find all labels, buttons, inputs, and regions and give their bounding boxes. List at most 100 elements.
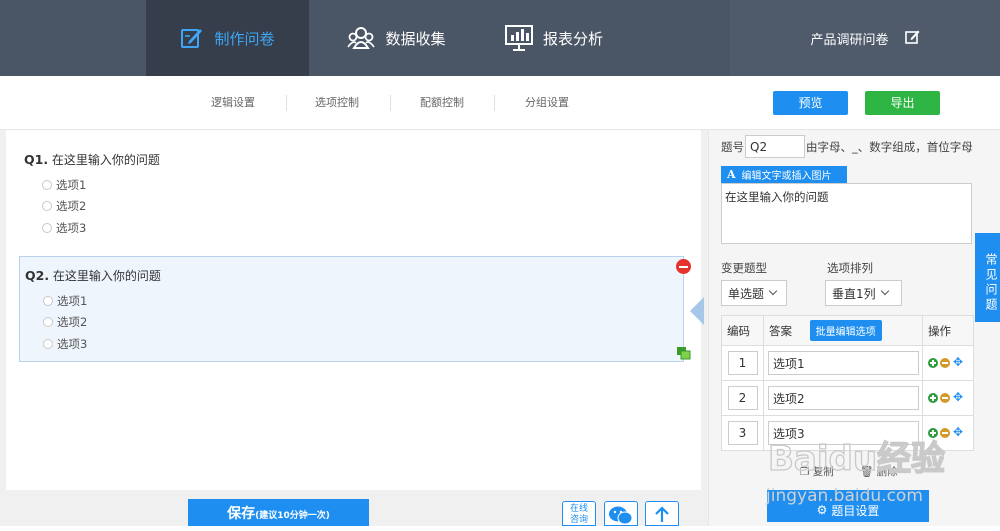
delete-question-icon[interactable] <box>676 259 691 274</box>
edit-tag-label: 编辑文字或插入图片 <box>741 171 832 182</box>
chevron-down-icon <box>768 286 778 296</box>
answer-input[interactable]: 选项2 <box>768 386 919 410</box>
remove-option-icon[interactable] <box>940 393 950 403</box>
nav-label: 数据收集 <box>385 29 446 48</box>
survey-name: 产品调研问卷 <box>810 32 889 48</box>
add-option-icon[interactable] <box>928 428 938 438</box>
options-table: 编码 答案 批量编辑选项 操作 1 选项1 ✥ 2 选项2 ✥ 3 选项3 ✥ <box>721 315 974 451</box>
question-title: Q2. 在这里输入你的问题 <box>25 267 683 284</box>
option-label: 选项1 <box>56 177 87 192</box>
code-input[interactable]: 1 <box>727 351 758 375</box>
online-label: 在线 <box>569 504 588 514</box>
save-button[interactable]: 保存(建议10分钟一次) <box>188 499 369 526</box>
question-number: Q2. <box>25 268 50 283</box>
delete-label: 删除 <box>876 466 898 478</box>
survey-name-area: 产品调研问卷 <box>730 0 1000 76</box>
option-layout-select[interactable]: 垂直1列 <box>825 280 902 306</box>
type-value: 单选题 <box>728 286 765 301</box>
table-header: 编码 答案 批量编辑选项 操作 <box>721 315 974 346</box>
export-button[interactable]: 导出 <box>865 91 940 115</box>
qid-label: 题号 <box>721 140 744 154</box>
radio-icon <box>43 338 53 349</box>
radio-icon <box>42 179 52 190</box>
question-block-q1[interactable]: Q1. 在这里输入你的问题 选项1 选项2 选项3 <box>19 145 684 243</box>
option-control-link[interactable]: 选项控制 <box>315 76 359 130</box>
settings-label: 题目设置 <box>831 503 880 518</box>
nav-tab-report-analysis[interactable]: 报表分析 <box>484 0 624 76</box>
table-row: 3 选项3 ✥ <box>721 415 974 451</box>
divider <box>494 95 495 111</box>
preview-button[interactable]: 预览 <box>773 91 848 115</box>
faq-tab[interactable]: 常见问题 <box>975 233 1000 322</box>
remove-option-icon[interactable] <box>940 428 950 438</box>
rename-pencil-icon[interactable] <box>904 29 920 48</box>
edit-icon <box>180 26 204 50</box>
add-option-icon[interactable] <box>928 358 938 368</box>
option-item: 选项2 <box>25 312 683 334</box>
edit-rich-text-tab[interactable]: A 编辑文字或插入图片 <box>721 166 847 183</box>
question-settings-button[interactable]: ⚙ 题目设置 <box>767 490 929 522</box>
save-hint: (建议10分钟一次) <box>255 511 330 521</box>
logic-settings-link[interactable]: 逻辑设置 <box>211 76 255 130</box>
scroll-top-button[interactable] <box>645 501 679 526</box>
question-block-q2[interactable]: Q2. 在这里输入你的问题 选项1 选项2 选项3 <box>19 256 684 362</box>
divider <box>390 95 391 111</box>
radio-icon <box>42 222 52 233</box>
layout-label: 选项排列 <box>827 261 873 275</box>
qid-value: Q2 <box>750 139 768 154</box>
group-settings-link[interactable]: 分组设置 <box>525 76 569 130</box>
online-consult-button[interactable]: 在线 咨询 <box>562 501 596 526</box>
option-label: 选项1 <box>57 293 88 308</box>
arrow-up-icon <box>652 506 672 525</box>
qid-input[interactable]: Q2 <box>745 135 805 158</box>
move-option-icon[interactable]: ✥ <box>952 391 964 404</box>
nav-tab-data-collection[interactable]: 数据收集 <box>309 0 484 76</box>
wechat-button[interactable] <box>604 501 638 526</box>
selected-arrow-icon <box>690 297 704 325</box>
wechat-icon <box>608 506 634 525</box>
code-input[interactable]: 2 <box>727 386 758 410</box>
question-text: 在这里输入你的问题 <box>52 269 161 283</box>
group-icon <box>347 26 376 50</box>
remove-option-icon[interactable] <box>940 358 950 368</box>
type-label: 变更题型 <box>721 261 767 275</box>
divider <box>286 95 287 111</box>
copy-label: 复制 <box>812 466 834 478</box>
question-number: Q1. <box>24 152 49 167</box>
add-option-icon[interactable] <box>928 393 938 403</box>
batch-edit-button[interactable]: 批量编辑选项 <box>809 320 882 341</box>
chevron-down-icon <box>880 286 889 296</box>
answer-input[interactable]: 选项3 <box>768 421 919 445</box>
move-option-icon[interactable]: ✥ <box>952 426 964 439</box>
col-ops: 操作 <box>922 315 974 346</box>
answer-input[interactable]: 选项1 <box>768 351 919 375</box>
option-label: 选项3 <box>56 220 87 235</box>
nav-label: 报表分析 <box>542 29 603 48</box>
table-row: 1 选项1 ✥ <box>721 345 974 381</box>
radio-icon <box>43 295 53 306</box>
quota-control-link[interactable]: 配额控制 <box>420 76 464 130</box>
question-text-editor[interactable]: 在这里输入你的问题 <box>721 183 972 244</box>
col-code: 编码 <box>721 315 764 346</box>
copy-question-link[interactable]: ❐ 复制 <box>800 464 834 479</box>
option-label: 选项2 <box>57 315 88 330</box>
qid-hint: 由字母、_、数字组成，首位字母 <box>806 140 973 154</box>
copy-question-icon[interactable] <box>677 345 691 360</box>
option-item: 选项1 <box>24 174 684 196</box>
option-item: 选项3 <box>25 333 683 355</box>
move-option-icon[interactable]: ✥ <box>952 356 964 369</box>
radio-icon <box>43 317 53 328</box>
option-label: 选项2 <box>56 199 87 214</box>
option-item: 选项3 <box>24 217 684 239</box>
delete-question-link[interactable]: 🗑 删除 <box>860 464 898 479</box>
question-type-select[interactable]: 单选题 <box>721 280 787 306</box>
code-input[interactable]: 3 <box>727 421 758 445</box>
table-row: 2 选项2 ✥ <box>721 380 974 416</box>
question-text-value: 在这里输入你的问题 <box>725 190 829 204</box>
nav-tab-make-survey[interactable]: 制作问卷 <box>146 0 309 76</box>
font-icon: A <box>727 168 736 181</box>
question-text: 在这里输入你的问题 <box>51 153 160 167</box>
chart-icon <box>504 25 533 51</box>
col-answer: 答案 批量编辑选项 <box>763 315 923 346</box>
gear-icon: ⚙ <box>816 503 828 517</box>
